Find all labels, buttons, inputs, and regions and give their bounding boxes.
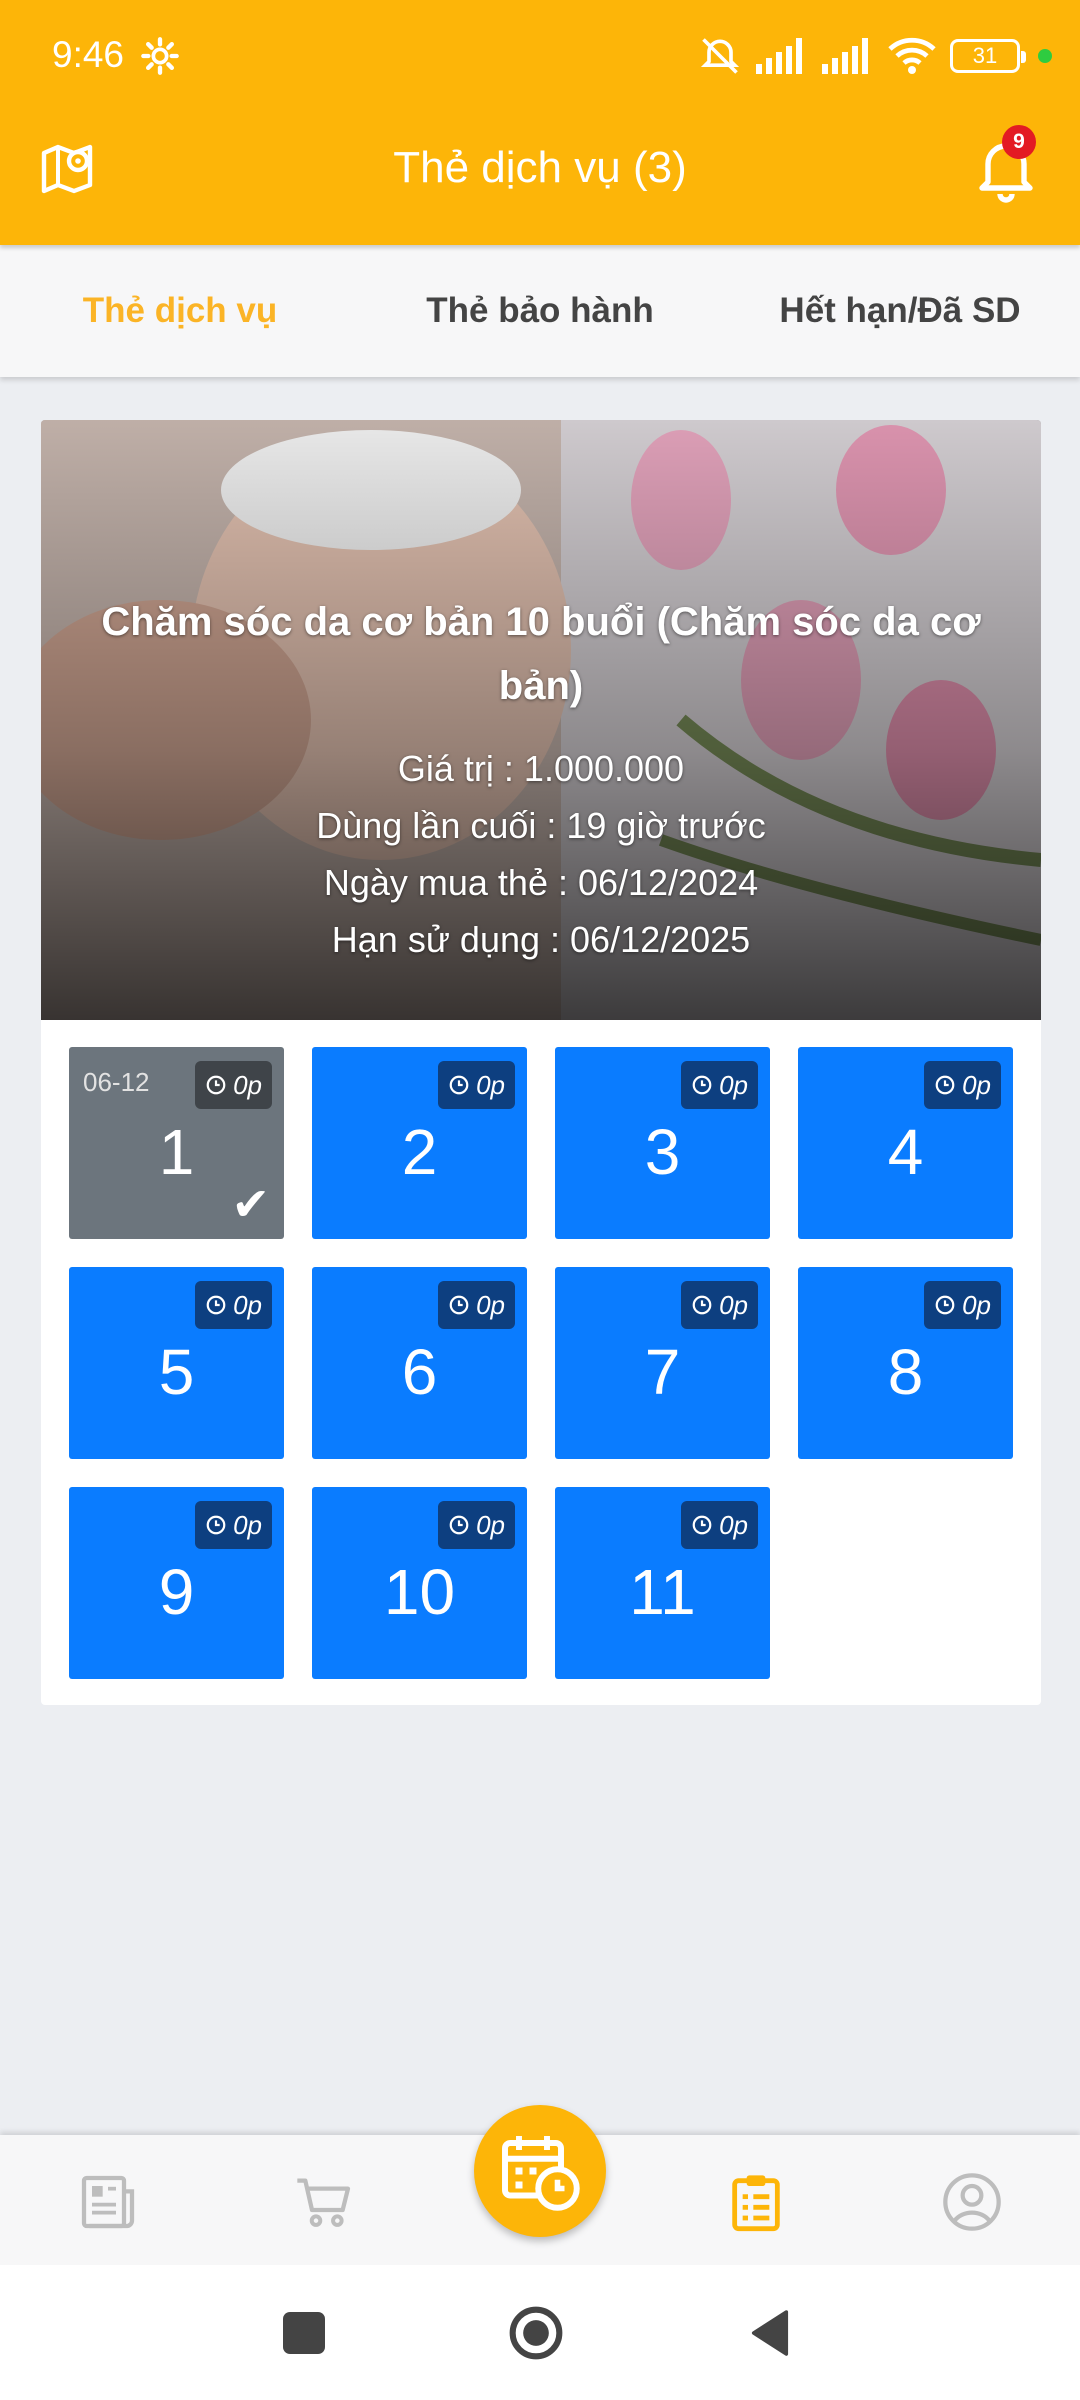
tab-expired-used[interactable]: Hết hạn/Đã SD	[720, 291, 1080, 331]
session-duration-value: 0p	[719, 1069, 748, 1100]
card-value: Giá trị : 1.000.000	[397, 748, 685, 789]
booking-fab-button[interactable]	[474, 2105, 606, 2237]
page-title: Thẻ dịch vụ (3)	[393, 143, 687, 192]
service-card[interactable]: Chăm sóc da cơ bản 10 buổi (Chăm sóc da …	[41, 420, 1041, 1705]
session-duration: 0p	[195, 1061, 272, 1109]
signal-icon	[756, 38, 802, 74]
system-navigation-bar	[0, 2265, 1080, 2400]
clock-icon	[935, 1075, 955, 1095]
session-duration: 0p	[681, 1061, 758, 1109]
session-duration-value: 0p	[233, 1069, 262, 1100]
session-tile[interactable]: 0p 6	[312, 1267, 527, 1459]
status-time: 9:46	[52, 34, 125, 75]
session-duration-value: 0p	[233, 1509, 262, 1540]
clipboard-list-icon[interactable]	[724, 2170, 788, 2234]
session-duration: 0p	[681, 1281, 758, 1329]
session-tile[interactable]: 0p 11	[555, 1487, 770, 1679]
session-duration: 0p	[195, 1281, 272, 1329]
tab-service-cards[interactable]: Thẻ dịch vụ	[0, 291, 360, 331]
session-duration: 0p	[924, 1281, 1001, 1329]
clock-icon	[692, 1515, 712, 1535]
cart-icon[interactable]	[292, 2170, 356, 2234]
settings-gear-icon	[141, 37, 179, 75]
card-last-used: Dùng lần cuối : 19 giờ trước	[316, 805, 766, 846]
session-duration: 0p	[924, 1061, 1001, 1109]
notifications-button[interactable]: 9	[970, 125, 1042, 203]
signal-icon-2	[822, 38, 868, 74]
clock-icon	[449, 1295, 469, 1315]
calendar-clock-icon	[502, 2136, 580, 2211]
session-duration-value: 0p	[962, 1289, 991, 1320]
session-number: 2	[401, 1116, 438, 1188]
vibrate-off-icon	[700, 38, 740, 74]
header: 9:46 31 Thẻ dịch vụ (3) 9	[0, 0, 1080, 245]
card-expiry-date: Hạn sử dụng : 06/12/2025	[331, 919, 751, 960]
app-bar: Thẻ dịch vụ (3) 9	[0, 115, 1080, 245]
session-tile[interactable]: 0p 2	[312, 1047, 527, 1239]
privacy-indicator-dot	[1038, 49, 1052, 63]
session-tile[interactable]: 0p 3	[555, 1047, 770, 1239]
session-duration: 0p	[195, 1501, 272, 1549]
session-number: 3	[644, 1116, 681, 1188]
session-duration: 0p	[438, 1501, 515, 1549]
session-number: 4	[887, 1116, 924, 1188]
session-duration-value: 0p	[719, 1509, 748, 1540]
clock-icon	[692, 1075, 712, 1095]
clock-icon	[206, 1295, 226, 1315]
session-number: 5	[158, 1336, 195, 1408]
user-circle-icon[interactable]	[940, 2170, 1004, 2234]
session-duration: 0p	[438, 1281, 515, 1329]
clock-icon	[935, 1295, 955, 1315]
status-bar: 9:46 31	[0, 0, 1080, 115]
session-tile[interactable]: 0p 4	[798, 1047, 1013, 1239]
session-number: 7	[644, 1336, 681, 1408]
session-date: 06-12	[83, 1067, 150, 1097]
session-duration-value: 0p	[476, 1069, 505, 1100]
card-purchase-date: Ngày mua thẻ : 06/12/2024	[323, 862, 759, 903]
session-duration-value: 0p	[476, 1289, 505, 1320]
session-duration-value: 0p	[233, 1289, 262, 1320]
clock-icon	[206, 1515, 226, 1535]
tab-bar: Thẻ dịch vụ Thẻ bảo hành Hết hạn/Đã SD	[0, 245, 1080, 377]
session-duration-value: 0p	[719, 1289, 748, 1320]
session-number: 8	[887, 1336, 924, 1408]
session-number: 9	[158, 1556, 195, 1628]
home-circle-icon[interactable]	[508, 2305, 564, 2361]
session-number: 6	[401, 1336, 438, 1408]
session-tile[interactable]: 0p 10	[312, 1487, 527, 1679]
card-banner: Chăm sóc da cơ bản 10 buổi (Chăm sóc da …	[41, 420, 1041, 1020]
session-tile[interactable]: 0p 5	[69, 1267, 284, 1459]
session-duration-value: 0p	[962, 1069, 991, 1100]
session-tile[interactable]: 0p 8	[798, 1267, 1013, 1459]
clock-icon	[692, 1295, 712, 1315]
clock-icon	[206, 1075, 226, 1095]
back-triangle-icon[interactable]	[742, 2305, 798, 2361]
news-icon[interactable]	[76, 2170, 140, 2234]
battery-indicator: 31	[950, 39, 1026, 73]
card-title: Chăm sóc da cơ bản 10 buổi (Chăm sóc da …	[101, 600, 981, 708]
session-grid: 06-12 0p 1 ✔ 0p 2 0p 3 0p 4 0p 5 0p 6 0p…	[69, 1047, 1013, 1679]
recents-square-icon[interactable]	[276, 2305, 332, 2361]
session-number: 11	[629, 1556, 696, 1628]
session-number: 10	[383, 1556, 456, 1628]
notification-badge: 9	[1002, 125, 1036, 159]
wifi-icon	[888, 37, 936, 74]
session-tile[interactable]: 0p 9	[69, 1487, 284, 1679]
checkmark-icon: ✔	[231, 1178, 270, 1230]
status-icons: 31	[698, 34, 1052, 78]
session-duration: 0p	[681, 1501, 758, 1549]
clock-icon	[449, 1515, 469, 1535]
session-tile[interactable]: 0p 7	[555, 1267, 770, 1459]
session-duration: 0p	[438, 1061, 515, 1109]
session-duration-value: 0p	[476, 1509, 505, 1540]
tab-warranty-cards[interactable]: Thẻ bảo hành	[360, 291, 720, 331]
card-info: Chăm sóc da cơ bản 10 buổi (Chăm sóc da …	[81, 590, 1001, 968]
session-tile[interactable]: 06-12 0p 1 ✔	[69, 1047, 284, 1239]
clock-icon	[449, 1075, 469, 1095]
